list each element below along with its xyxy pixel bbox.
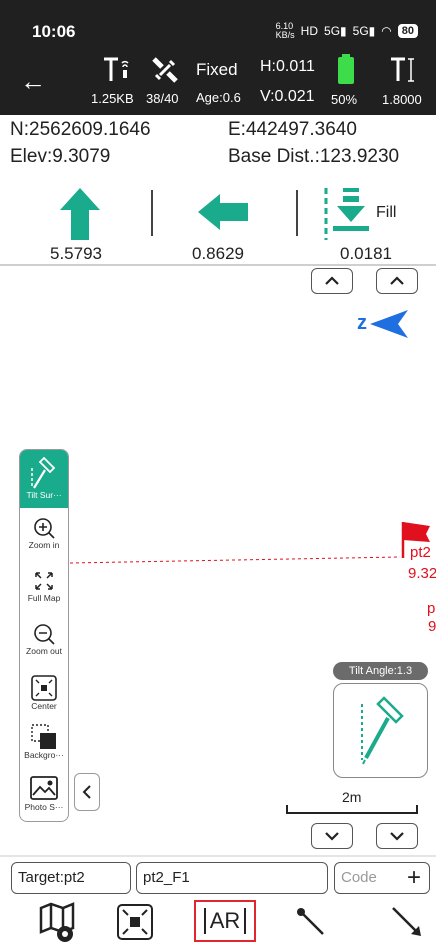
north-coordinate: N:2562609.1646 bbox=[10, 119, 151, 140]
center-view-button[interactable] bbox=[110, 900, 160, 943]
receiver-battery: 50% bbox=[331, 92, 358, 107]
map-settings-icon bbox=[39, 901, 75, 942]
satellite-icon bbox=[152, 57, 178, 83]
photo-icon bbox=[30, 776, 58, 800]
guidance-divider bbox=[0, 264, 436, 266]
tool-label: Full Map bbox=[27, 593, 61, 603]
ar-button[interactable]: AR bbox=[194, 900, 256, 942]
chevron-down-icon bbox=[325, 832, 339, 841]
fill-distance: 0.0181 bbox=[340, 244, 392, 263]
satellite-count: 38/40 bbox=[146, 91, 179, 106]
ar-icon: AR bbox=[203, 908, 247, 934]
compass-icon bbox=[370, 310, 408, 338]
tilt-pole-icon bbox=[361, 696, 404, 765]
tool-label: Center bbox=[31, 701, 57, 711]
divider bbox=[296, 190, 298, 236]
tilt-survey-tool[interactable]: Tilt Sur··· bbox=[20, 450, 68, 508]
map-point-label-2: p bbox=[427, 600, 436, 617]
east-coordinate: E:442497.3640 bbox=[228, 119, 357, 140]
left-distance: 0.8629 bbox=[192, 244, 244, 263]
point-name-input[interactable]: pt2_F1 bbox=[136, 862, 328, 894]
fill-label: Fill bbox=[376, 204, 397, 221]
stake-point-icon bbox=[392, 906, 421, 936]
center-view-icon bbox=[117, 903, 153, 940]
full-map-icon bbox=[35, 572, 53, 590]
divider bbox=[151, 190, 153, 236]
tilt-angle-label: Tilt Angle:1.3 bbox=[333, 662, 428, 680]
header-bar: 10:06 6.10 KB/s HD 5G▮ 5G▮ ◠ 80 ← 1.25KB … bbox=[0, 0, 436, 115]
stakeout-point-button[interactable] bbox=[382, 900, 432, 943]
tool-label: Tilt Sur··· bbox=[26, 490, 62, 500]
chevron-left-icon bbox=[82, 785, 91, 799]
tool-label: Backgro··· bbox=[24, 750, 64, 760]
battery-icon: 80 bbox=[397, 24, 418, 38]
tool-label: Zoom out bbox=[26, 646, 62, 656]
arrow-left-icon bbox=[198, 194, 248, 230]
signal-icon: 5G▮ bbox=[324, 24, 347, 38]
expand-down-button-2[interactable] bbox=[376, 823, 418, 849]
center-icon bbox=[31, 675, 57, 701]
net-speed: 6.10 KB/s bbox=[275, 21, 295, 40]
age-value: Age:0.6 bbox=[196, 90, 241, 105]
base-distance: Base Dist.:123.9230 bbox=[228, 146, 400, 167]
status-icons: 6.10 KB/s HD 5G▮ 5G▮ ◠ 80 bbox=[276, 22, 418, 40]
map-point-label: pt2 bbox=[410, 544, 431, 561]
collapse-panel-button[interactable] bbox=[74, 773, 100, 811]
back-icon[interactable]: ← bbox=[20, 68, 46, 94]
map-settings-button[interactable] bbox=[32, 900, 82, 943]
target-selector[interactable]: Target:pt2 bbox=[11, 862, 131, 894]
map-point-elevation: 9.32 bbox=[408, 565, 436, 582]
zoom-out-icon bbox=[34, 624, 55, 645]
tool-label: Zoom in bbox=[28, 540, 60, 550]
chevron-up-icon bbox=[390, 276, 404, 285]
hd-icon: HD bbox=[300, 24, 319, 38]
zoom-out-tool[interactable]: Zoom out bbox=[20, 616, 68, 674]
map-point-elevation-2: 9 bbox=[428, 618, 436, 635]
chevron-up-icon bbox=[325, 276, 339, 285]
arrow-up-icon bbox=[60, 188, 100, 240]
compass-letter: z bbox=[357, 312, 367, 334]
forward-distance: 5.5793 bbox=[50, 244, 102, 263]
pole-height: 1.8000 bbox=[382, 92, 422, 107]
bottom-divider bbox=[0, 855, 436, 857]
v-precision: V:0.021 bbox=[260, 88, 315, 105]
signal-icon-2: 5G▮ bbox=[352, 24, 376, 38]
code-placeholder: Code bbox=[341, 869, 377, 886]
full-map-tool[interactable]: Full Map bbox=[20, 563, 68, 621]
stakeout-line-button[interactable] bbox=[286, 900, 336, 943]
elevation-value: Elev:9.3079 bbox=[10, 146, 111, 167]
tilt-survey-icon bbox=[31, 456, 56, 489]
map-tool-panel: Tilt Sur··· Zoom in Full Map Zoom out Ce… bbox=[19, 449, 69, 822]
scale-bar bbox=[286, 805, 418, 814]
add-code-icon[interactable]: + bbox=[407, 863, 421, 893]
stake-line-icon bbox=[297, 907, 324, 935]
status-time: 10:06 bbox=[32, 22, 76, 41]
zoom-in-tool[interactable]: Zoom in bbox=[20, 510, 68, 568]
antenna-icon bbox=[104, 57, 129, 81]
link-speed: 1.25KB bbox=[91, 91, 134, 106]
collapse-up-button-2[interactable] bbox=[376, 268, 418, 294]
guide-line bbox=[70, 556, 401, 564]
pole-height-icon bbox=[391, 57, 414, 82]
background-layer-icon bbox=[31, 724, 56, 749]
ar-label: AR bbox=[209, 908, 241, 933]
fix-status: Fixed bbox=[196, 60, 238, 79]
h-precision: H:0.011 bbox=[260, 58, 315, 75]
collapse-up-button[interactable] bbox=[311, 268, 353, 294]
fill-down-icon bbox=[324, 188, 369, 240]
zoom-in-icon bbox=[34, 518, 55, 539]
photo-tool[interactable]: Photo S··· bbox=[20, 768, 68, 821]
expand-down-button[interactable] bbox=[311, 823, 353, 849]
tool-label: Photo S··· bbox=[24, 802, 64, 812]
receiver-battery-icon bbox=[338, 54, 354, 84]
wifi-icon: ◠ bbox=[381, 24, 392, 38]
tilt-indicator bbox=[333, 683, 428, 778]
code-input[interactable]: Code + bbox=[334, 862, 430, 894]
chevron-down-icon bbox=[390, 832, 404, 841]
